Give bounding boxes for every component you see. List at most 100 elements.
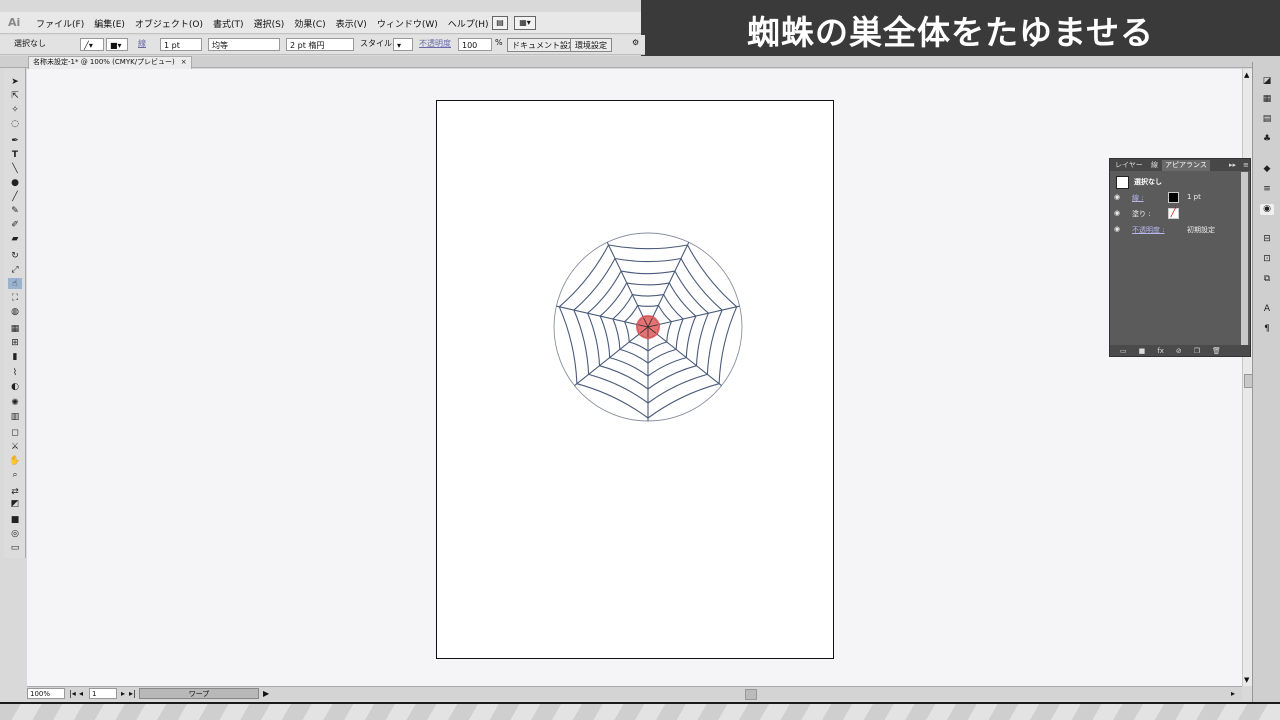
panel-menu-icon[interactable]: ⚙ [632,38,639,47]
stroke-panel-icon[interactable]: ≡ [1260,184,1274,195]
pencil-tool-icon[interactable]: ✎ [8,205,22,216]
blend-tool-icon[interactable]: ◐ [8,381,22,392]
warp-tool-icon[interactable]: ☝ [8,278,22,289]
swap-colors-icon[interactable]: ⇄ [8,486,22,497]
appearance-row-fill[interactable]: ◉ 塗り : ╱ [1112,207,1244,221]
brush-definition[interactable]: 2 pt 楕円 [286,38,354,51]
variable-width-profile[interactable]: 均等 [208,38,280,51]
scroll-up-arrow-icon[interactable]: ▲ [1244,71,1249,79]
zoom-field[interactable]: 100% [27,688,65,699]
hscroll-right-arrow-icon[interactable]: ▸ [1231,688,1235,699]
stroke-weight-field[interactable]: 1 pt [160,38,202,51]
slice-tool-icon[interactable]: ⚔ [8,441,22,452]
panel-menu-icon[interactable]: ≡ [1240,160,1252,171]
opacity-field[interactable]: 100 [458,38,492,51]
close-tab-icon[interactable]: × [181,58,187,66]
bridge-icon[interactable]: ▤ [492,16,508,30]
visibility-eye-icon[interactable]: ◉ [1114,193,1122,201]
prev-artboard-icon[interactable]: ◂ [79,688,83,699]
artboard-number-field[interactable]: 1 [89,688,117,699]
transform-panel-icon[interactable]: ⊡ [1260,254,1274,265]
last-artboard-icon[interactable]: ▸| [129,688,136,699]
menu-view[interactable]: 表示(V) [336,17,367,30]
line-tool-icon[interactable]: ╲ [8,163,22,174]
status-menu-arrow-icon[interactable]: ▶ [263,688,269,699]
gradient-tool-icon[interactable]: ▮ [8,351,22,362]
menu-window[interactable]: ウィンドウ(W) [377,17,438,30]
hscroll-thumb[interactable] [745,689,757,700]
hand-tool-icon[interactable]: ✋ [8,455,22,466]
document-tab[interactable]: 名称未設定-1* @ 100% (CMYK/プレビュー) × [28,56,192,69]
add-effect-icon[interactable]: fx [1157,347,1164,355]
arrange-documents-icon[interactable]: ▦▾ [514,16,536,30]
align-panel-icon[interactable]: ⊟ [1260,234,1274,245]
screen-mode-icon[interactable]: ▭ [8,542,22,553]
zoom-tool-icon[interactable]: ⌕ [8,469,22,480]
preferences-button[interactable]: 環境設定 [570,38,612,52]
symbols-panel-icon[interactable]: ♣ [1260,134,1274,145]
menu-help[interactable]: ヘルプ(H) [448,17,489,30]
current-tool-display[interactable]: ワープ [139,688,259,699]
tab-layers[interactable]: レイヤー [1112,160,1146,171]
menu-select[interactable]: 選択(S) [254,17,285,30]
selection-tool-icon[interactable]: ➤ [8,76,22,87]
paragraph-panel-icon[interactable]: ¶ [1260,324,1274,335]
add-stroke-icon[interactable]: ▭ [1120,347,1127,355]
add-fill-icon[interactable]: ■ [1139,347,1146,355]
menu-file[interactable]: ファイル(F) [36,17,84,30]
lasso-tool-icon[interactable]: ◌ [8,118,22,129]
appearance-panel-icon[interactable]: ◉ [1260,204,1274,215]
shape-builder-tool-icon[interactable]: ◍ [8,306,22,317]
stroke-row-label[interactable]: 線 : [1132,193,1144,203]
menu-object[interactable]: オブジェクト(O) [135,17,203,30]
paintbrush-tool-icon[interactable]: ╱ [8,191,22,202]
visibility-eye-icon[interactable]: ◉ [1114,209,1122,217]
ellipse-tool-icon[interactable]: ● [8,177,22,188]
delete-item-icon[interactable]: 🗑 [1212,347,1221,355]
perspective-tool-icon[interactable]: ▦ [8,323,22,334]
blob-brush-tool-icon[interactable]: ✐ [8,219,22,230]
eraser-tool-icon[interactable]: ▰ [8,233,22,244]
artboard-tool-icon[interactable]: ◻ [8,427,22,438]
stroke-label[interactable]: 線 [138,38,146,49]
first-artboard-icon[interactable]: |◂ [69,688,76,699]
color-mode-icon[interactable]: ■ [8,514,22,525]
mesh-tool-icon[interactable]: ⊞ [8,337,22,348]
stroke-swatch[interactable]: ■▾ [106,38,128,51]
appearance-row-stroke[interactable]: ◉ 線 : 1 pt [1112,191,1244,205]
direct-selection-tool-icon[interactable]: ⇱ [8,90,22,101]
free-transform-tool-icon[interactable]: ⛶ [8,292,22,303]
fill-row-label[interactable]: 塗り : [1132,209,1151,219]
eyedropper-tool-icon[interactable]: ⌇ [8,367,22,378]
duplicate-item-icon[interactable]: ❐ [1194,347,1200,355]
visibility-eye-icon[interactable]: ◉ [1114,225,1122,233]
graphic-style-picker[interactable]: ▾ [393,38,413,51]
opacity-row-label[interactable]: 不透明度 : [1132,225,1165,235]
rotate-tool-icon[interactable]: ↻ [8,250,22,261]
menu-edit[interactable]: 編集(E) [94,17,125,30]
tab-stroke[interactable]: 線 [1148,160,1161,171]
panel-collapse-icon[interactable]: ▸▸ [1226,160,1239,171]
web-radial-line[interactable] [556,305,649,328]
brushes-panel-icon[interactable]: ▤ [1260,114,1274,125]
stroke-color-swatch[interactable] [1168,192,1179,203]
fill-swatch[interactable]: ╱▾ [80,38,104,51]
menu-type[interactable]: 書式(T) [213,17,244,30]
scale-tool-icon[interactable]: ⤢ [8,264,22,275]
clear-appearance-icon[interactable]: ⊘ [1176,347,1182,355]
opacity-label[interactable]: 不透明度 [419,38,451,49]
artboard[interactable] [436,100,834,659]
character-panel-icon[interactable]: A [1260,304,1274,315]
appearance-row-opacity[interactable]: ◉ 不透明度 : 初期設定 [1112,223,1244,237]
scroll-down-arrow-icon[interactable]: ▼ [1244,676,1249,684]
next-artboard-icon[interactable]: ▸ [121,688,125,699]
graphic-styles-panel-icon[interactable]: ◆ [1260,164,1274,175]
web-radial-line[interactable] [647,305,740,328]
graph-tool-icon[interactable]: ▥ [8,411,22,422]
draw-mode-icon[interactable]: ◎ [8,528,22,539]
magic-wand-tool-icon[interactable]: ✧ [8,104,22,115]
pen-tool-icon[interactable]: ✒ [8,135,22,146]
color-panel-icon[interactable]: ◪ [1260,76,1274,87]
fill-none-swatch[interactable]: ╱ [1168,208,1179,219]
pathfinder-panel-icon[interactable]: ⧉ [1260,274,1274,285]
